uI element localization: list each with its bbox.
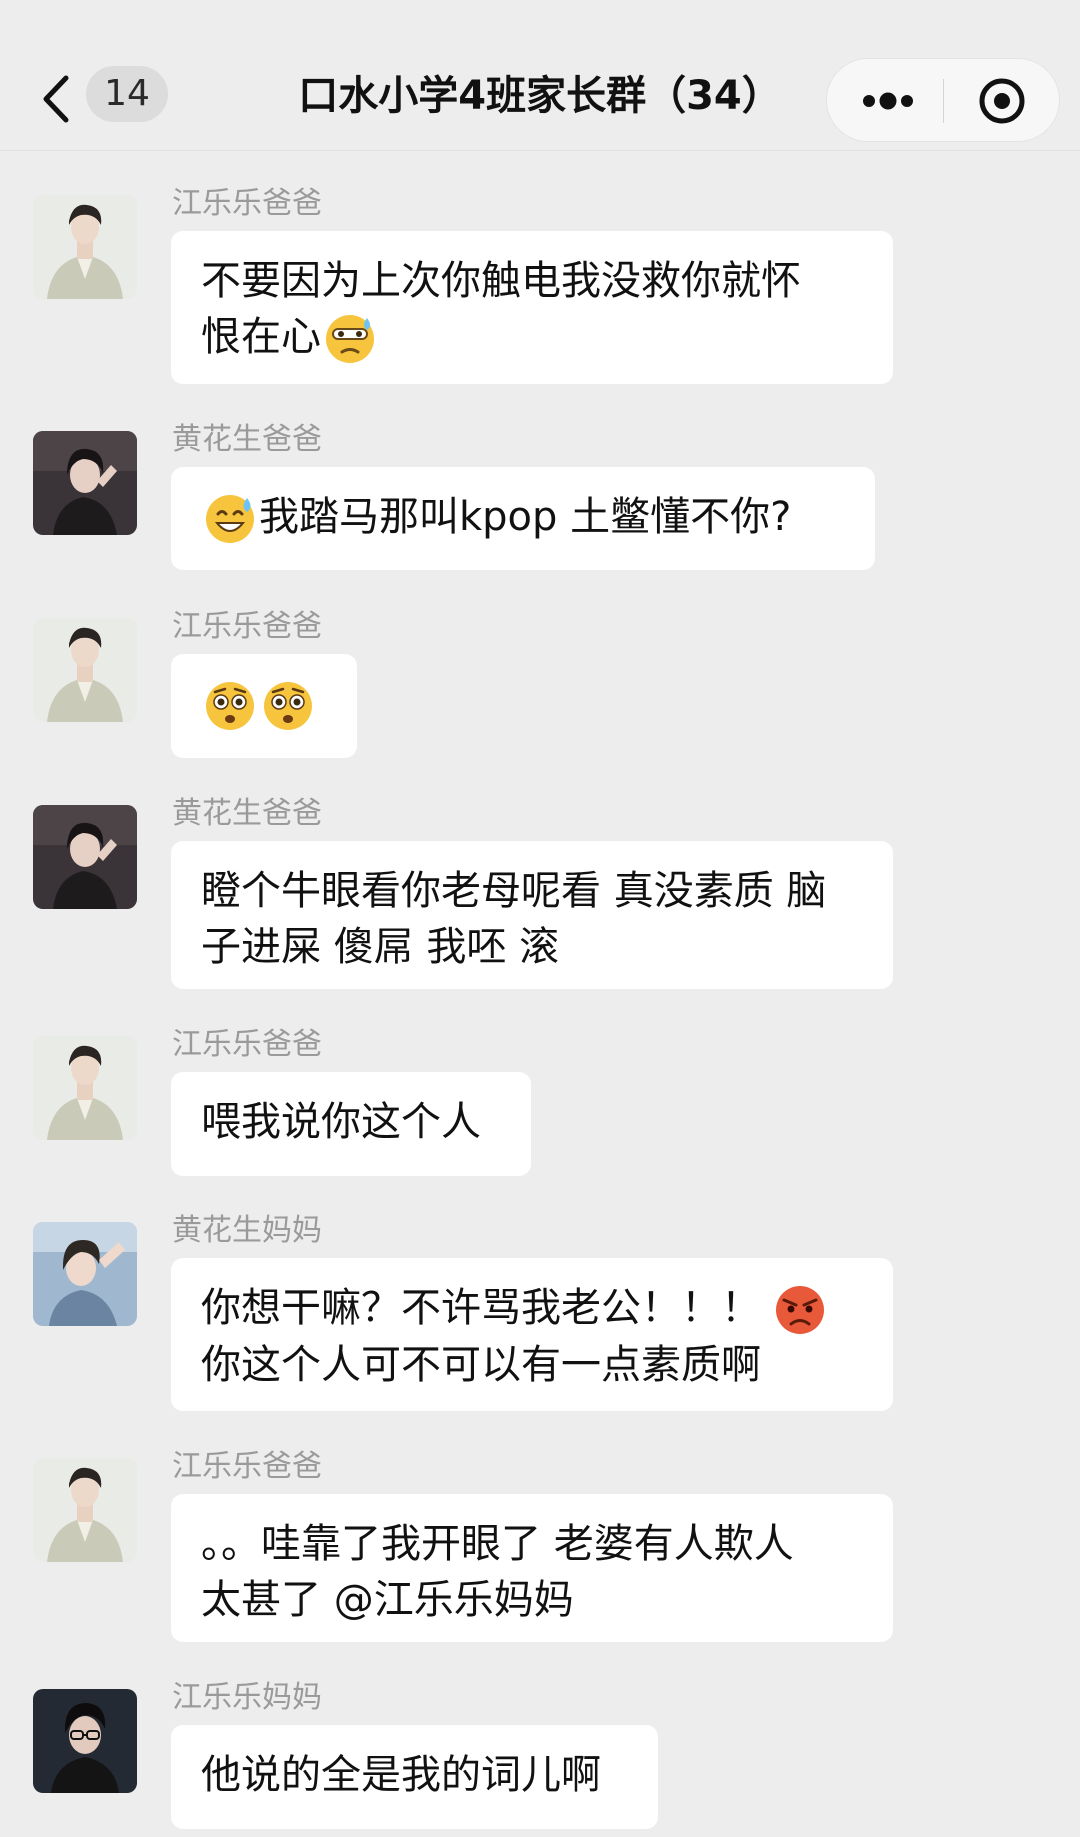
sender-name: 江乐乐妈妈 [172,1680,322,1715]
flushed-emoji-icon [264,682,312,730]
avatar[interactable] [33,805,137,909]
back-button[interactable] [34,62,82,132]
close-button[interactable] [957,71,1047,131]
avatar-light-suit-image [33,195,137,299]
message-text-line: 恨在心 [201,314,321,360]
angry-emoji-icon [776,1286,824,1334]
chat-screen: 14 口水小学4班家长群（34） 江乐乐爸爸 不要因为上次你触电我没救你就怀 恨… [0,0,1080,1837]
chat-title: 口水小学4班家长群（34） [298,73,782,119]
sender-name: 江乐乐爸爸 [172,186,322,221]
target-close-icon [979,78,1025,124]
message-text-line: 你这个人可不可以有一点素质啊 [201,1342,761,1388]
more-dots-icon [863,92,913,110]
message-bubble[interactable]: 瞪个牛眼看你老母呢看 真没素质 脑 子进屎 傻屌 我呸 滚 [171,841,893,989]
message-bubble[interactable]: 喂我说你这个人 [171,1072,531,1176]
capsule-divider [943,79,944,123]
avatar[interactable] [33,1222,137,1326]
avatar[interactable] [33,195,137,299]
grimacing-sweat-emoji-icon [326,315,374,363]
emoji-only-line [201,676,327,733]
message-text-line: 瞪个牛眼看你老母呢看 真没素质 脑 [201,868,827,914]
message-line-with-emoji: 你想干嘛？不许骂我老公！！！ [201,1280,863,1337]
message-bubble[interactable] [171,654,357,758]
message-text-line: 不要因为上次你触电我没救你就怀 [201,258,801,304]
avatar-dark-pose-image [33,805,137,909]
message-bubble[interactable]: 你想干嘛？不许骂我老公！！！ 你这个人可不可以有一点素质啊 [171,1258,893,1411]
avatar[interactable] [33,1458,137,1562]
message-bubble[interactable]: 。。哇靠了我开眼了 老婆有人欺人 太甚了 @江乐乐妈妈 [171,1494,893,1642]
message-text-line: 他说的全是我的词儿啊 [201,1752,601,1798]
sender-name: 黄花生爸爸 [172,796,322,831]
chat-header: 14 口水小学4班家长群（34） [0,0,1080,151]
sender-name: 江乐乐爸爸 [172,609,322,644]
message-text-line: 子进屎 傻屌 我呸 滚 [201,924,560,970]
sender-name: 黄花生妈妈 [172,1213,322,1248]
message-text-line: 太甚了 @江乐乐妈妈 [201,1577,574,1623]
message-bubble[interactable]: 不要因为上次你触电我没救你就怀 恨在心 [171,231,893,384]
sender-name: 江乐乐爸爸 [172,1027,322,1062]
avatar-dark-glasses-image [33,1689,137,1793]
sender-name: 黄花生爸爸 [172,422,322,457]
message-text-line: 。。哇靠了我开眼了 老婆有人欺人 [201,1521,794,1567]
avatar-light-suit-image [33,1036,137,1140]
flushed-emoji-icon [206,682,254,730]
message-bubble[interactable]: 他说的全是我的词儿啊 [171,1725,658,1829]
message-line-with-emoji: 我踏马那叫kpop 土鳖懂不你? [201,489,845,546]
mini-program-capsule [826,58,1060,142]
message-bubble[interactable]: 我踏马那叫kpop 土鳖懂不你? [171,467,875,570]
chevron-left-icon [43,75,69,123]
message-text-line: 喂我说你这个人 [201,1099,481,1145]
message-text-line: 我踏马那叫kpop 土鳖懂不你? [259,494,792,540]
sweat-smile-emoji-icon [206,495,254,543]
sender-name: 江乐乐爸爸 [172,1449,322,1484]
avatar-light-suit-image [33,618,137,722]
avatar[interactable] [33,1689,137,1793]
avatar[interactable] [33,618,137,722]
avatar-blue-stage-image [33,1222,137,1326]
message-line-with-emoji: 恨在心 [201,309,863,366]
avatar[interactable] [33,1036,137,1140]
message-text-line: 你想干嘛？不许骂我老公！！！ [201,1285,761,1331]
avatar-dark-pose-image [33,431,137,535]
avatar[interactable] [33,431,137,535]
more-button[interactable] [845,75,931,127]
unread-count-badge[interactable]: 14 [86,66,168,122]
avatar-light-suit-image [33,1458,137,1562]
